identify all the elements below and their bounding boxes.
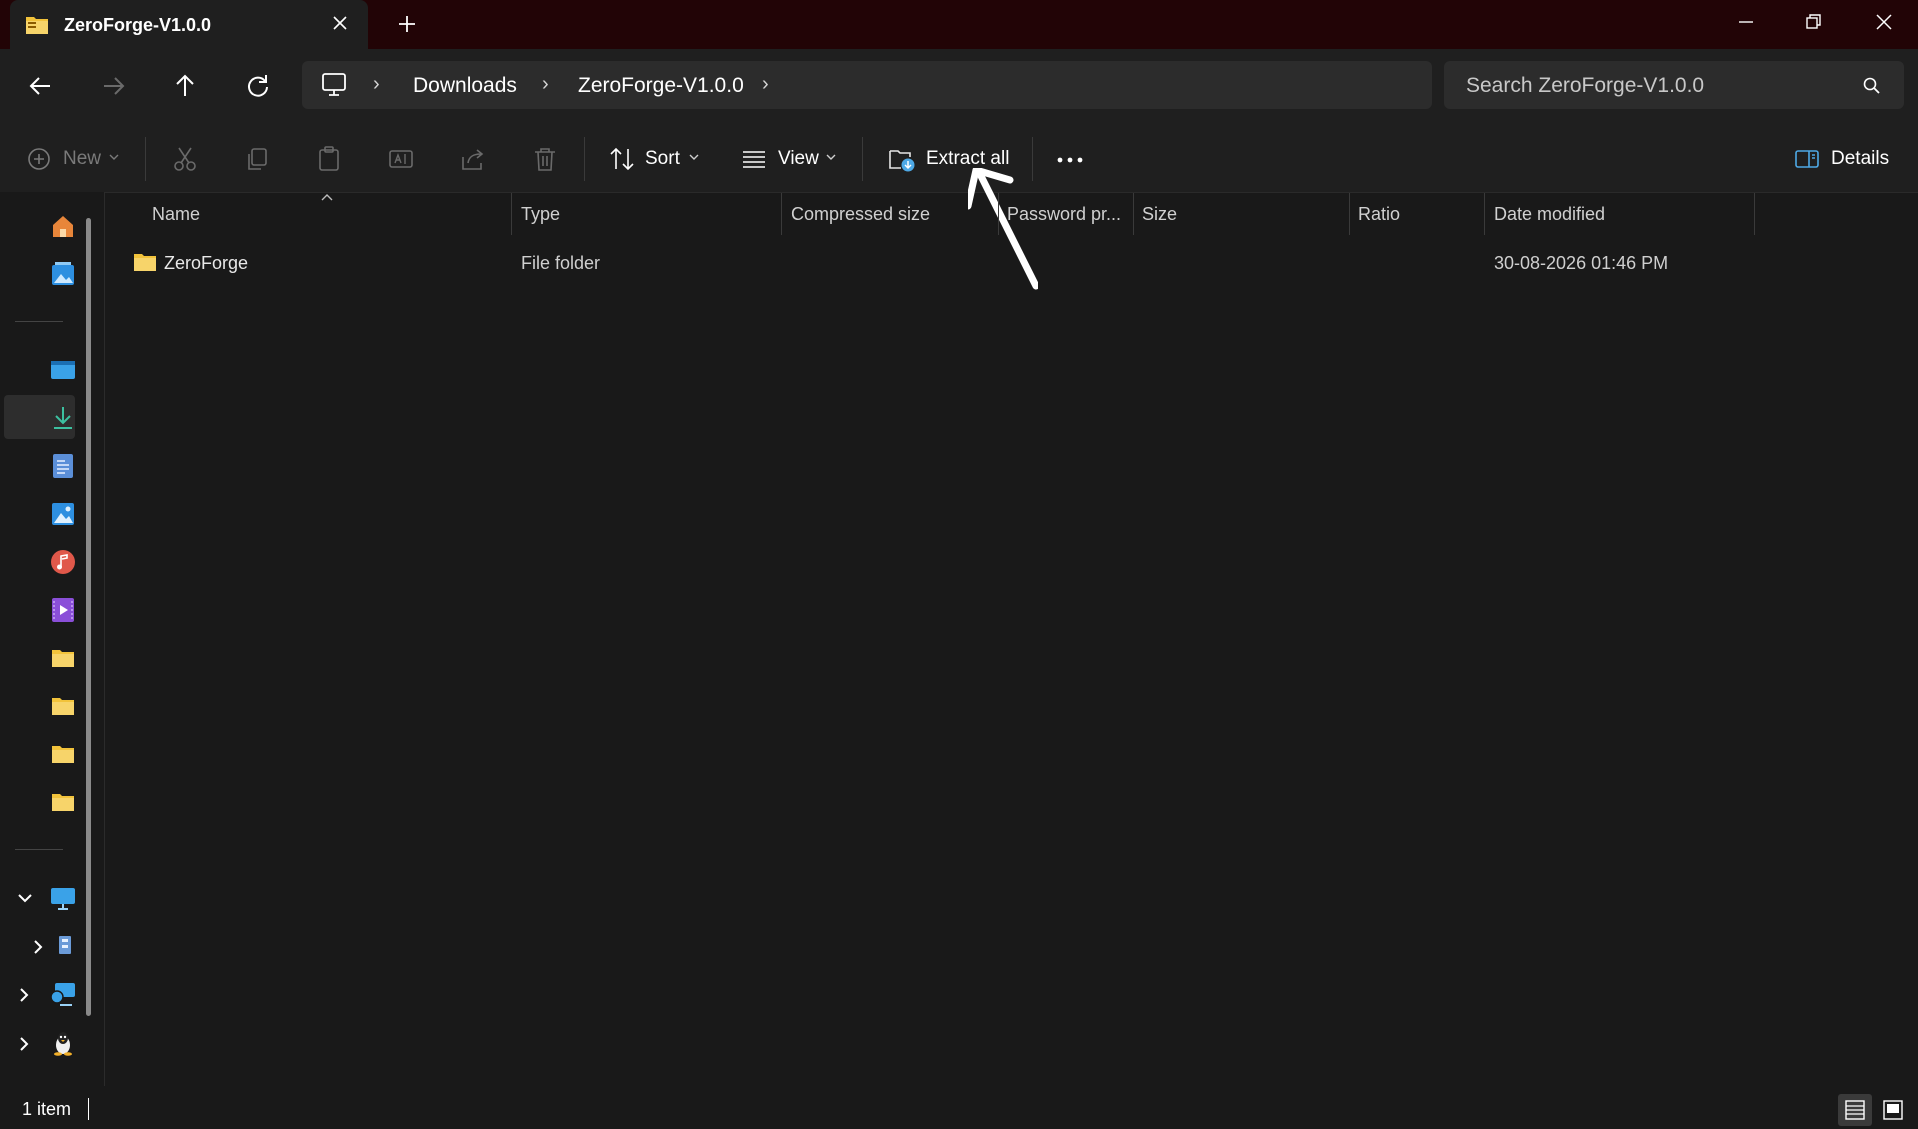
details-button[interactable]: Details	[1831, 148, 1889, 170]
column-header-size[interactable]: Size	[1142, 204, 1177, 225]
videos-icon[interactable]	[50, 597, 76, 623]
toolbar-separator	[862, 137, 863, 181]
sidebar-scrollbar[interactable]	[86, 218, 91, 1016]
column-divider[interactable]	[511, 193, 512, 235]
file-date-modified: 30-08-2026 01:46 PM	[1494, 253, 1669, 273]
tab-title: ZeroForge-V1.0.0	[64, 15, 212, 35]
folder-icon[interactable]	[50, 741, 76, 767]
column-divider[interactable]	[1133, 193, 1134, 235]
sort-ascending-icon	[320, 193, 334, 203]
item-count: 1 item	[22, 1099, 72, 1119]
sidebar-divider	[15, 321, 63, 322]
column-divider[interactable]	[998, 193, 999, 235]
file-type: File folder	[521, 253, 601, 273]
gallery-icon[interactable]	[50, 261, 76, 287]
view-icon[interactable]	[740, 145, 768, 173]
up-arrow-icon[interactable]	[170, 72, 200, 100]
rename-icon[interactable]	[387, 145, 415, 173]
column-divider[interactable]	[1754, 193, 1755, 235]
paste-icon[interactable]	[315, 145, 343, 173]
breadcrumb-downloads[interactable]: Downloads	[413, 74, 517, 98]
breadcrumb-chevron-icon[interactable]: ›	[373, 73, 380, 96]
close-window-icon[interactable]	[1866, 10, 1902, 34]
linux-icon[interactable]	[50, 1030, 76, 1056]
breadcrumb-chevron-icon[interactable]: ›	[762, 73, 769, 96]
column-header-date-modified[interactable]: Date modified	[1494, 204, 1605, 225]
search-input[interactable]: Search ZeroForge-V1.0.0	[1466, 74, 1704, 98]
refresh-icon[interactable]	[243, 72, 273, 100]
chevron-down-icon[interactable]	[825, 152, 837, 162]
column-header-type[interactable]: Type	[521, 204, 560, 225]
search-icon[interactable]	[1862, 76, 1882, 96]
status-bar	[0, 1086, 1918, 1129]
new-tab-icon[interactable]	[396, 13, 418, 35]
chevron-right-icon[interactable]	[16, 1035, 32, 1053]
chevron-down-icon[interactable]	[688, 152, 700, 162]
more-options-icon[interactable]	[1055, 150, 1085, 170]
toolbar-separator	[584, 137, 585, 181]
restore-icon[interactable]	[1795, 10, 1831, 34]
zip-folder-icon	[25, 13, 49, 35]
new-plus-icon[interactable]	[26, 145, 54, 173]
desktop-icon[interactable]	[50, 357, 76, 383]
breadcrumb-current-folder[interactable]: ZeroForge-V1.0.0	[578, 74, 744, 98]
text-caret	[88, 1098, 89, 1120]
cut-icon[interactable]	[171, 145, 199, 173]
this-pc-icon[interactable]	[50, 885, 76, 911]
breadcrumb-chevron-icon[interactable]: ›	[542, 73, 549, 96]
extract-folder-icon[interactable]	[888, 145, 916, 173]
drive-icon[interactable]	[56, 933, 82, 959]
toolbar-separator	[145, 137, 146, 181]
music-icon[interactable]	[50, 549, 76, 575]
tiles-view-toggle[interactable]	[1876, 1094, 1910, 1126]
delete-icon[interactable]	[531, 145, 559, 173]
column-divider[interactable]	[781, 193, 782, 235]
chevron-down-icon[interactable]	[108, 152, 120, 162]
column-header-name[interactable]: Name	[152, 204, 200, 225]
extract-all-button[interactable]: Extract all	[926, 148, 1009, 170]
tab-close-icon[interactable]	[330, 13, 350, 33]
share-icon[interactable]	[459, 145, 487, 173]
this-pc-icon[interactable]	[320, 72, 348, 98]
sort-button[interactable]: Sort	[645, 148, 680, 170]
details-pane-icon[interactable]	[1793, 145, 1821, 173]
folder-icon[interactable]	[50, 693, 76, 719]
details-view-toggle[interactable]	[1838, 1094, 1872, 1126]
column-header-compressed-size[interactable]: Compressed size	[791, 204, 930, 225]
column-divider[interactable]	[1349, 193, 1350, 235]
home-icon[interactable]	[50, 213, 76, 239]
forward-arrow-icon[interactable]	[98, 72, 128, 100]
folder-icon	[133, 251, 157, 273]
documents-icon[interactable]	[50, 453, 76, 479]
chevron-down-icon[interactable]	[16, 890, 34, 906]
network-icon[interactable]	[50, 981, 76, 1007]
pictures-icon[interactable]	[50, 501, 76, 527]
sort-icon[interactable]	[608, 145, 636, 173]
copy-icon[interactable]	[243, 145, 271, 173]
column-divider[interactable]	[1484, 193, 1485, 235]
folder-icon[interactable]	[50, 789, 76, 815]
file-name[interactable]: ZeroForge	[164, 253, 248, 274]
chevron-right-icon[interactable]	[30, 938, 46, 956]
folder-icon[interactable]	[50, 645, 76, 671]
back-arrow-icon[interactable]	[26, 72, 56, 100]
view-button[interactable]: View	[778, 148, 819, 170]
column-header-password-protected[interactable]: Password pr...	[1007, 204, 1121, 225]
downloads-icon[interactable]	[50, 405, 76, 431]
sidebar-divider	[15, 849, 63, 850]
new-button[interactable]: New	[63, 148, 101, 170]
chevron-right-icon[interactable]	[16, 986, 32, 1004]
column-header-ratio[interactable]: Ratio	[1358, 204, 1400, 225]
minimize-icon[interactable]	[1728, 10, 1764, 34]
